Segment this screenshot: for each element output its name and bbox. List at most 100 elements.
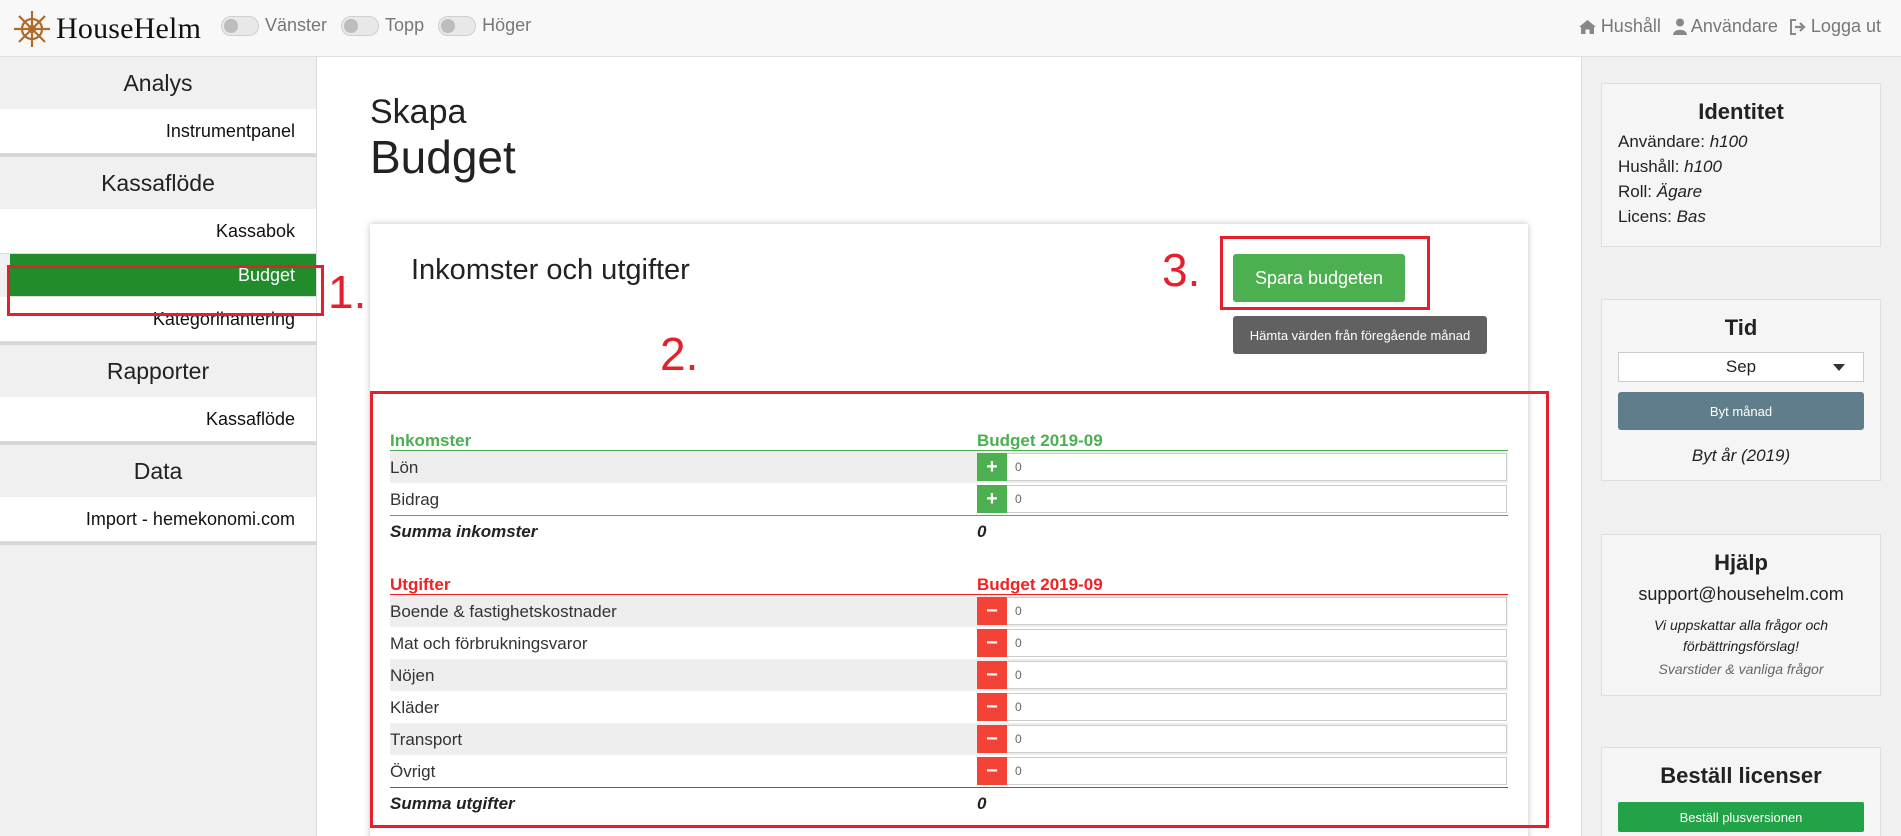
main-content: Skapa Budget Inkomster och utgifter Spar…: [318, 57, 1581, 836]
ship-wheel-icon: [14, 11, 50, 47]
expense-sum-label: Summa utgifter: [390, 794, 515, 813]
top-navbar: HouseHelm Vänster Topp Höger Hushåll Anv…: [0, 0, 1901, 57]
minus-button[interactable]: −: [977, 725, 1007, 753]
row-label: Lön: [390, 458, 419, 477]
table-row: Mat och förbrukningsvaror −: [390, 627, 1508, 659]
annotation-label-1: 1.: [328, 266, 367, 318]
faq-link[interactable]: Svarstider & vanliga frågor: [1602, 661, 1880, 677]
income-sum-label: Summa inkomster: [390, 522, 538, 541]
sidebar-divider: [0, 542, 316, 545]
change-month-button[interactable]: Byt månad: [1618, 392, 1864, 430]
row-label: Övrigt: [390, 762, 436, 781]
row-label: Kläder: [390, 698, 440, 717]
budget-amount-input[interactable]: [1007, 453, 1507, 481]
expense-budget-header: Budget 2019-09: [977, 575, 1103, 594]
save-budget-button[interactable]: Spara budgeten: [1233, 254, 1405, 302]
toggle-switch-right[interactable]: [438, 15, 477, 36]
left-sidebar: Analys Instrumentpanel Kassaflöde Kassab…: [0, 57, 317, 836]
income-header-row: Inkomster Budget 2019-09: [390, 425, 1508, 451]
support-email[interactable]: support@househelm.com: [1602, 584, 1880, 605]
toggle-left[interactable]: Vänster: [221, 15, 327, 36]
income-header: Inkomster: [390, 431, 472, 450]
brand-logo[interactable]: HouseHelm: [12, 9, 201, 49]
nav-user-label: Användare: [1690, 16, 1778, 36]
row-label: Transport: [390, 730, 463, 749]
plus-button[interactable]: +: [977, 485, 1007, 513]
minus-button[interactable]: −: [977, 693, 1007, 721]
toggle-switch-top[interactable]: [341, 15, 380, 36]
section-title-cashflow: Kassaflöde: [101, 170, 215, 196]
brand-name: HouseHelm: [56, 12, 202, 45]
time-card: Tid Sep Byt månad Byt år (2019): [1601, 299, 1881, 481]
toggle-label-left: Vänster: [265, 15, 328, 35]
section-title-analysis: Analys: [123, 70, 193, 96]
budget-amount-input[interactable]: [1007, 725, 1507, 753]
identity-user: Användare: h100: [1618, 132, 1748, 151]
identity-household: Hushåll: h100: [1618, 157, 1722, 176]
toggle-right[interactable]: Höger: [438, 15, 531, 36]
budget-amount-input[interactable]: [1007, 597, 1507, 625]
identity-license: Licens: Bas: [1618, 207, 1706, 226]
toggle-top[interactable]: Topp: [341, 15, 424, 36]
user-icon: [1672, 18, 1687, 35]
row-label: Bidrag: [390, 490, 440, 509]
sidebar-item-cashflow-report[interactable]: Kassaflöde: [0, 397, 316, 442]
row-label: Nöjen: [390, 666, 435, 685]
help-title: Hjälp: [1714, 550, 1768, 575]
income-sum-value: 0: [977, 522, 987, 541]
sidebar-item-dashboard[interactable]: Instrumentpanel: [0, 109, 316, 154]
nav-user[interactable]: Användare: [1672, 16, 1778, 37]
order-title: Beställ licenser: [1660, 763, 1822, 788]
caret-down-icon: [1833, 364, 1845, 371]
toggle-label-top: Topp: [385, 15, 425, 35]
section-title-data: Data: [133, 458, 183, 484]
right-sidebar: Identitet Användare: h100 Hushåll: h100 …: [1581, 57, 1901, 836]
sidebar-item-cashbook[interactable]: Kassabok: [0, 209, 316, 254]
table-row: Bidrag +: [390, 483, 1508, 515]
budget-amount-input[interactable]: [1007, 485, 1507, 513]
identity-role: Roll: Ägare: [1618, 182, 1703, 201]
month-select-value: Sep: [1725, 357, 1757, 376]
budget-amount-input[interactable]: [1007, 661, 1507, 689]
layout-toggles: Vänster Topp Höger: [221, 15, 545, 36]
budget-amount-input[interactable]: [1007, 693, 1507, 721]
top-nav-links: Hushåll Användare Logga ut: [1566, 16, 1881, 37]
budget-amount-input[interactable]: [1007, 757, 1507, 785]
change-year-link[interactable]: Byt år (2019): [1602, 446, 1880, 466]
sidebar-item-categories[interactable]: Kategorihantering: [0, 297, 316, 342]
table-row: Boende & fastighetskostnader −: [390, 595, 1508, 627]
nav-logout[interactable]: Logga ut: [1789, 16, 1881, 37]
minus-button[interactable]: −: [977, 597, 1007, 625]
sidebar-item-import[interactable]: Import - hemekonomi.com: [0, 497, 316, 542]
order-plus-button[interactable]: Beställ plusversionen: [1618, 802, 1864, 832]
table-row: Transport −: [390, 723, 1508, 755]
section-title-reports: Rapporter: [106, 358, 210, 384]
time-title: Tid: [1724, 315, 1758, 340]
page-title-small: Skapa: [370, 93, 467, 131]
expense-sum-value: 0: [977, 794, 987, 813]
row-label: Boende & fastighetskostnader: [390, 602, 617, 621]
home-icon: [1578, 19, 1596, 34]
card-title: Inkomster och utgifter: [411, 254, 690, 286]
nav-household[interactable]: Hushåll: [1578, 16, 1661, 37]
fetch-previous-month-button[interactable]: Hämta värden från föregående månad: [1233, 316, 1487, 354]
row-label: Mat och förbrukningsvaror: [390, 634, 588, 653]
expense-header: Utgifter: [390, 575, 451, 594]
plus-button[interactable]: +: [977, 453, 1007, 481]
minus-button[interactable]: −: [977, 661, 1007, 689]
minus-button[interactable]: −: [977, 757, 1007, 785]
order-card: Beställ licenser Beställ plusversionen: [1601, 747, 1881, 836]
budget-amount-input[interactable]: [1007, 629, 1507, 657]
month-select[interactable]: Sep: [1618, 352, 1864, 382]
annotation-label-3: 3.: [1162, 244, 1201, 296]
table-row: Lön +: [390, 451, 1508, 483]
expense-header-row: Utgifter Budget 2019-09: [390, 569, 1508, 595]
nav-logout-label: Logga ut: [1810, 16, 1881, 36]
table-row: Kläder −: [390, 691, 1508, 723]
minus-button[interactable]: −: [977, 629, 1007, 657]
table-row: Nöjen −: [390, 659, 1508, 691]
sidebar-item-budget[interactable]: Budget: [10, 254, 316, 297]
table-row: Övrigt −: [390, 755, 1508, 787]
toggle-switch-left[interactable]: [221, 15, 259, 36]
annotation-label-2: 2.: [660, 328, 699, 380]
